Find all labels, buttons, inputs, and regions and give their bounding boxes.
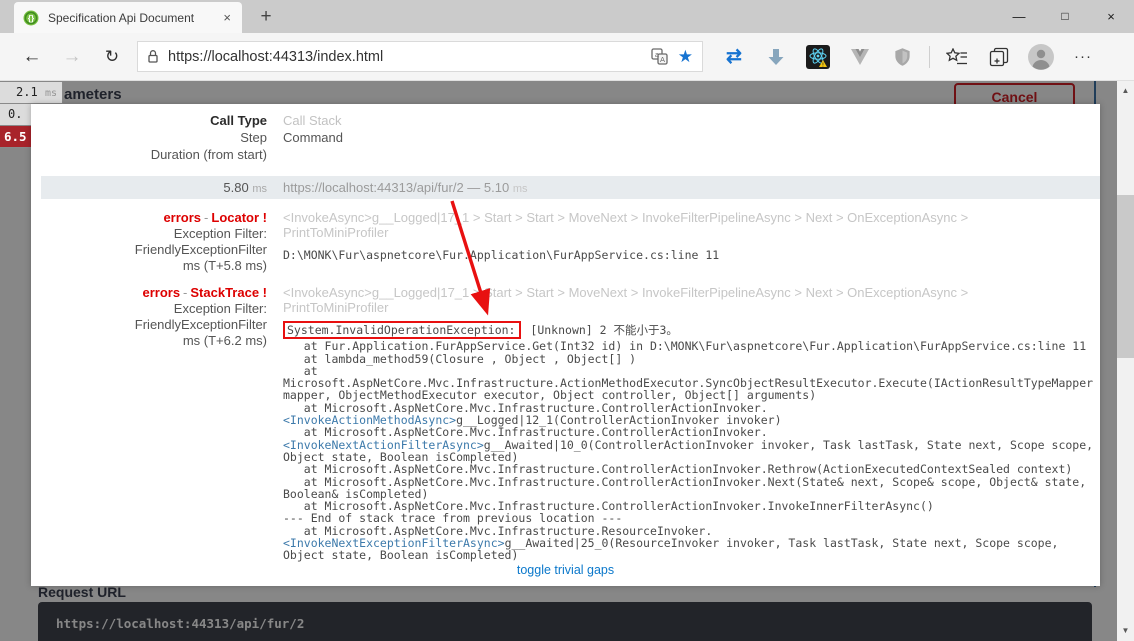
page-viewport: ameters Cancel Request URL https://local… bbox=[0, 81, 1134, 641]
forward-button: → bbox=[52, 46, 92, 68]
profiler-section-locator: errors-Locator ! Exception Filter: Frien… bbox=[41, 210, 1100, 274]
section-separator: - bbox=[201, 210, 211, 225]
call-stack-text: <InvokeAsync>g__Logged|17_1 > Start > St… bbox=[283, 210, 983, 240]
scroll-up-icon[interactable]: ▲ bbox=[1117, 83, 1134, 99]
profiler-section-stacktrace: errors-StackTrace ! Exception Filter: Fr… bbox=[41, 285, 1100, 562]
tab-title: Specification Api Document bbox=[48, 11, 218, 25]
summary-self-duration: 5.10 bbox=[484, 180, 509, 195]
refresh-button[interactable]: ↻ bbox=[92, 47, 132, 67]
react-devtools-icon[interactable]: ! bbox=[803, 42, 833, 72]
scrollbar-thumb[interactable] bbox=[1117, 195, 1134, 358]
stack-line: at lambda_method59(Closure , Object , Ob… bbox=[283, 353, 1100, 365]
sync-extension-icon[interactable]: ⇄ bbox=[719, 42, 749, 72]
section-timing: ms (T+5.8 ms) bbox=[41, 258, 267, 274]
maximize-button[interactable]: □ bbox=[1042, 0, 1088, 33]
profile-avatar[interactable] bbox=[1026, 42, 1056, 72]
badge-duration: 0. bbox=[8, 107, 22, 121]
header-command: Command bbox=[283, 129, 1100, 146]
badge-duration: 2.1 bbox=[16, 85, 38, 99]
error-location-path: D:\MONK\Fur\aspnetcore\Fur.Application\F… bbox=[283, 248, 1100, 262]
badge-unit: ms bbox=[45, 88, 57, 99]
svg-text:A: A bbox=[660, 55, 665, 64]
summary-unit: ms bbox=[252, 183, 267, 195]
close-button[interactable]: × bbox=[1088, 0, 1134, 33]
minimize-button[interactable]: — bbox=[996, 0, 1042, 33]
profiler-badge[interactable]: 2.1 ms bbox=[0, 82, 63, 104]
collections-icon[interactable] bbox=[984, 42, 1014, 72]
section-label: StackTrace ! bbox=[190, 285, 267, 300]
shield-extension-icon bbox=[887, 42, 917, 72]
toolbar-divider bbox=[929, 46, 930, 68]
toggle-trivial-gaps-link[interactable]: toggle trivial gaps bbox=[31, 563, 1100, 577]
url-text[interactable]: https://localhost:44313/index.html bbox=[168, 49, 641, 65]
vue-devtools-icon bbox=[845, 42, 875, 72]
stack-line: Object state, Boolean isCompleted) bbox=[283, 549, 1100, 561]
summary-url: https://localhost:44313/api/fur/2 bbox=[283, 180, 464, 195]
section-error-name: errors bbox=[142, 285, 180, 300]
stack-line: System.InvalidOperationException: [Unkno… bbox=[283, 320, 1100, 340]
svg-text:a: a bbox=[655, 52, 659, 59]
summary-duration: 5.80 bbox=[223, 180, 248, 195]
scroll-down-icon[interactable]: ▼ bbox=[1117, 623, 1134, 639]
titlebar: {} Specification Api Document × + — □ × bbox=[0, 0, 1134, 33]
header-step: Step bbox=[41, 129, 267, 146]
favorite-star-icon[interactable]: ★ bbox=[678, 47, 693, 67]
exception-type-highlight: System.InvalidOperationException: bbox=[283, 321, 521, 339]
browser-toolbar: ← → ↻ https://localhost:44313/index.html… bbox=[0, 33, 1134, 81]
header-call-type: Call Type bbox=[41, 112, 267, 129]
stack-line: D:\MONK\Fur\aspnetcore\Fur.Application\F… bbox=[283, 248, 1100, 262]
header-call-stack: Call Stack bbox=[283, 112, 1100, 129]
summary-dash: — bbox=[464, 180, 484, 195]
section-timing: ms (T+6.2 ms) bbox=[41, 333, 267, 349]
address-bar[interactable]: https://localhost:44313/index.html a A ★ bbox=[137, 41, 703, 72]
call-stack-text: <InvokeAsync>g__Logged|17_1 > Start > St… bbox=[283, 285, 983, 315]
section-filter: Exception Filter: FriendlyExceptionFilte… bbox=[41, 226, 267, 258]
translate-icon[interactable]: a A bbox=[651, 48, 668, 65]
back-button[interactable]: ← bbox=[12, 46, 52, 68]
section-filter: Exception Filter: FriendlyExceptionFilte… bbox=[41, 301, 267, 333]
browser-tab[interactable]: {} Specification Api Document × bbox=[14, 2, 242, 33]
new-tab-button[interactable]: + bbox=[252, 3, 280, 31]
svg-text:{}: {} bbox=[28, 14, 34, 23]
profiler-popup: Call Type Step Duration (from start) Cal… bbox=[31, 104, 1100, 586]
window-controls: — □ × bbox=[996, 0, 1134, 33]
tab-close-icon[interactable]: × bbox=[218, 9, 236, 26]
settings-more-icon[interactable]: ··· bbox=[1068, 42, 1098, 72]
page-scrollbar[interactable]: ▲ ▼ bbox=[1117, 81, 1134, 641]
summary-self-unit: ms bbox=[513, 183, 528, 195]
lock-icon bbox=[147, 49, 159, 64]
browser-window: {} Specification Api Document × + — □ × … bbox=[0, 0, 1134, 641]
stack-trace: System.InvalidOperationException: [Unkno… bbox=[283, 320, 1100, 562]
popup-header: Call Type Step Duration (from start) Cal… bbox=[41, 112, 1100, 163]
badge-duration: 6.5 bbox=[4, 129, 27, 144]
section-label: Locator ! bbox=[211, 210, 267, 225]
request-summary-row: 5.80 ms https://localhost:44313/api/fur/… bbox=[41, 176, 1100, 199]
section-separator: - bbox=[180, 285, 190, 300]
header-duration: Duration (from start) bbox=[41, 146, 267, 163]
swagger-favicon-icon: {} bbox=[23, 10, 39, 26]
section-error-name: errors bbox=[163, 210, 201, 225]
favorites-bar-icon[interactable] bbox=[942, 42, 972, 72]
download-extension-icon[interactable] bbox=[761, 42, 791, 72]
